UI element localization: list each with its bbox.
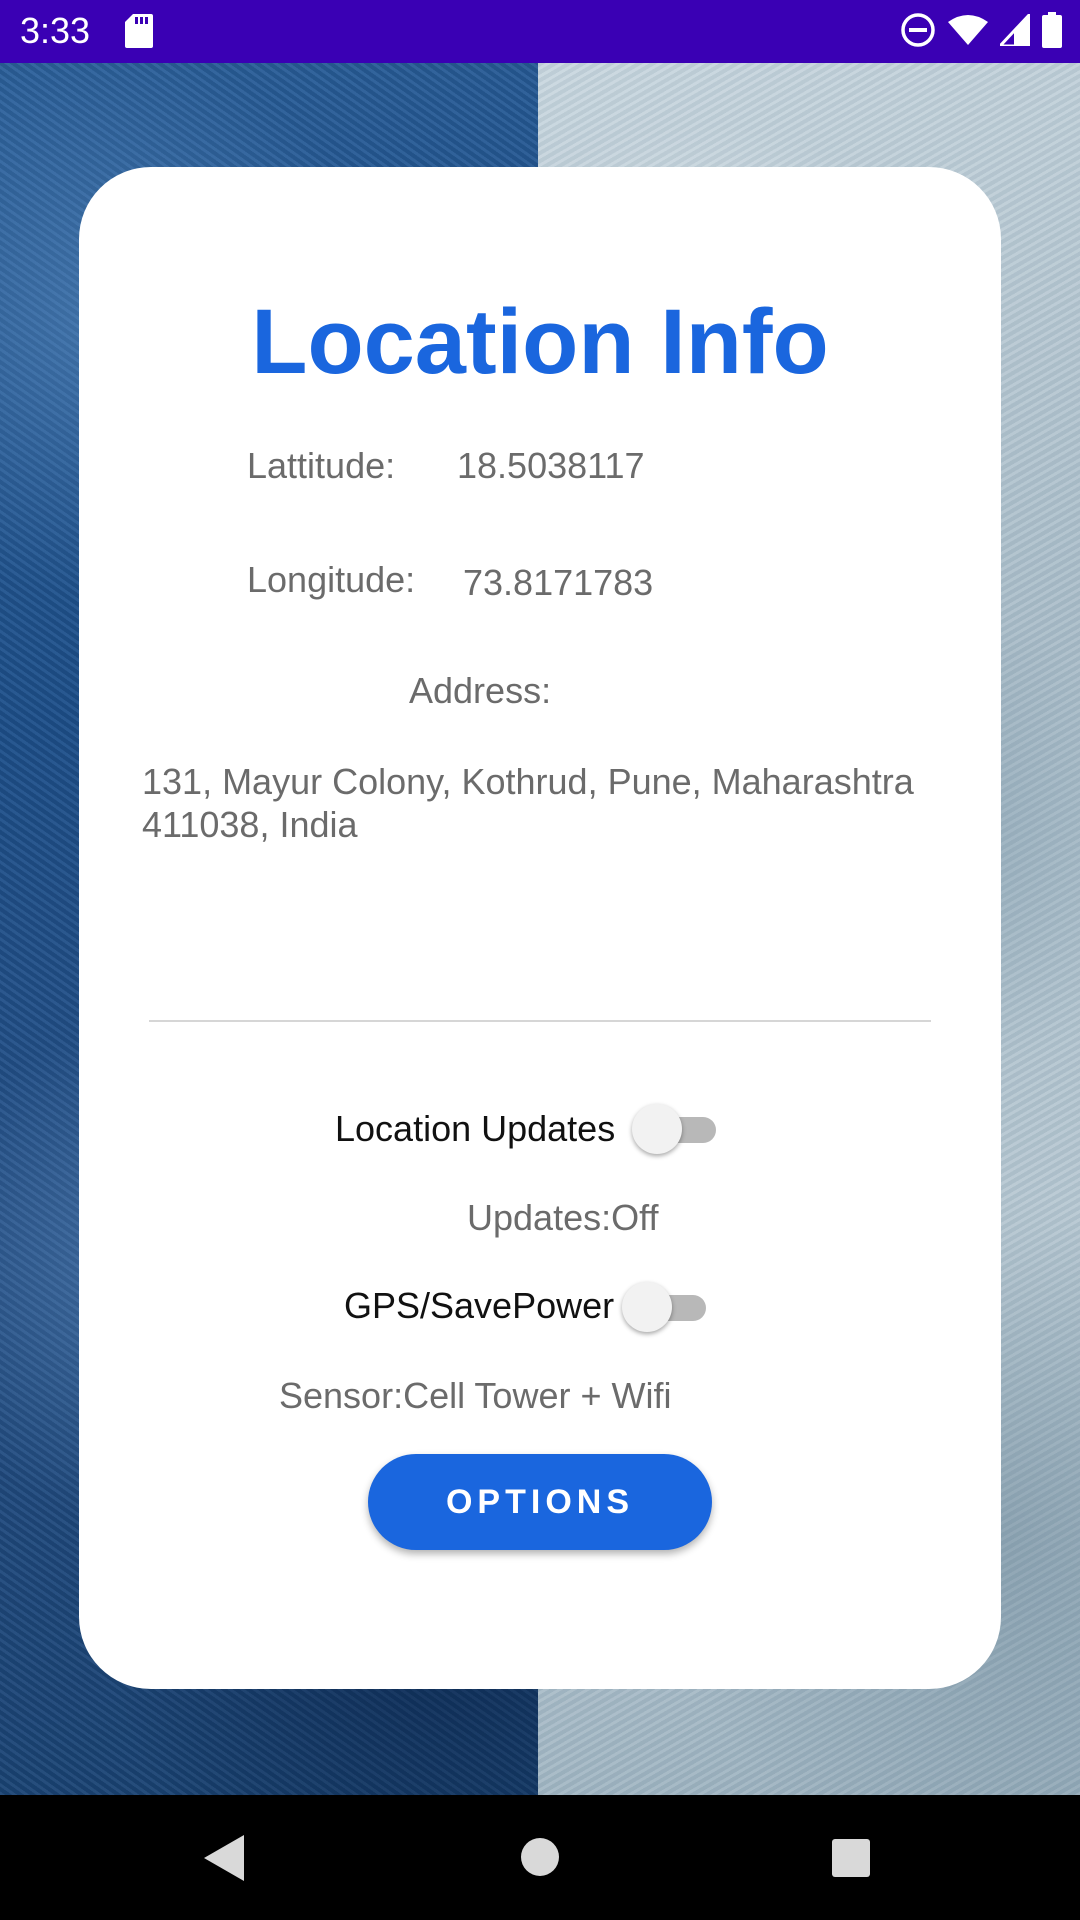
- do-not-disturb-icon: [900, 12, 936, 53]
- status-icons: [900, 10, 1062, 53]
- updates-status-text: Updates:Off: [467, 1197, 659, 1238]
- status-bar: 3:33: [0, 0, 1080, 63]
- status-time: 3:33: [20, 10, 91, 51]
- divider: [149, 1020, 931, 1022]
- battery-icon: [1042, 12, 1062, 53]
- sd-card-icon: [125, 14, 153, 53]
- recents-icon[interactable]: [832, 1839, 870, 1882]
- options-button[interactable]: OPTIONS: [368, 1454, 712, 1550]
- address-label: Address:: [409, 670, 552, 711]
- navigation-bar: [0, 1795, 1080, 1920]
- home-icon[interactable]: [521, 1838, 559, 1881]
- longitude-label: Longitude:: [247, 559, 416, 600]
- latitude-value: 18.5038117: [457, 445, 645, 486]
- switch-thumb: [622, 1282, 672, 1332]
- switch-thumb: [632, 1104, 682, 1154]
- page-title: Location Info: [251, 291, 829, 393]
- gps-savepower-switch[interactable]: [622, 1279, 710, 1335]
- latitude-label: Lattitude:: [247, 445, 396, 486]
- gps-savepower-label: GPS/SavePower: [344, 1285, 615, 1326]
- cell-signal-icon: [996, 10, 1032, 51]
- wifi-icon: [948, 14, 988, 51]
- location-updates-label: Location Updates: [335, 1108, 616, 1149]
- sensor-status-text: Sensor:Cell Tower + Wifi: [279, 1375, 672, 1416]
- longitude-value: 73.8171783: [463, 562, 654, 603]
- location-updates-switch[interactable]: [632, 1101, 720, 1157]
- address-value: 131, Mayur Colony, Kothrud, Pune, Mahara…: [142, 761, 914, 845]
- back-icon[interactable]: [204, 1835, 244, 1886]
